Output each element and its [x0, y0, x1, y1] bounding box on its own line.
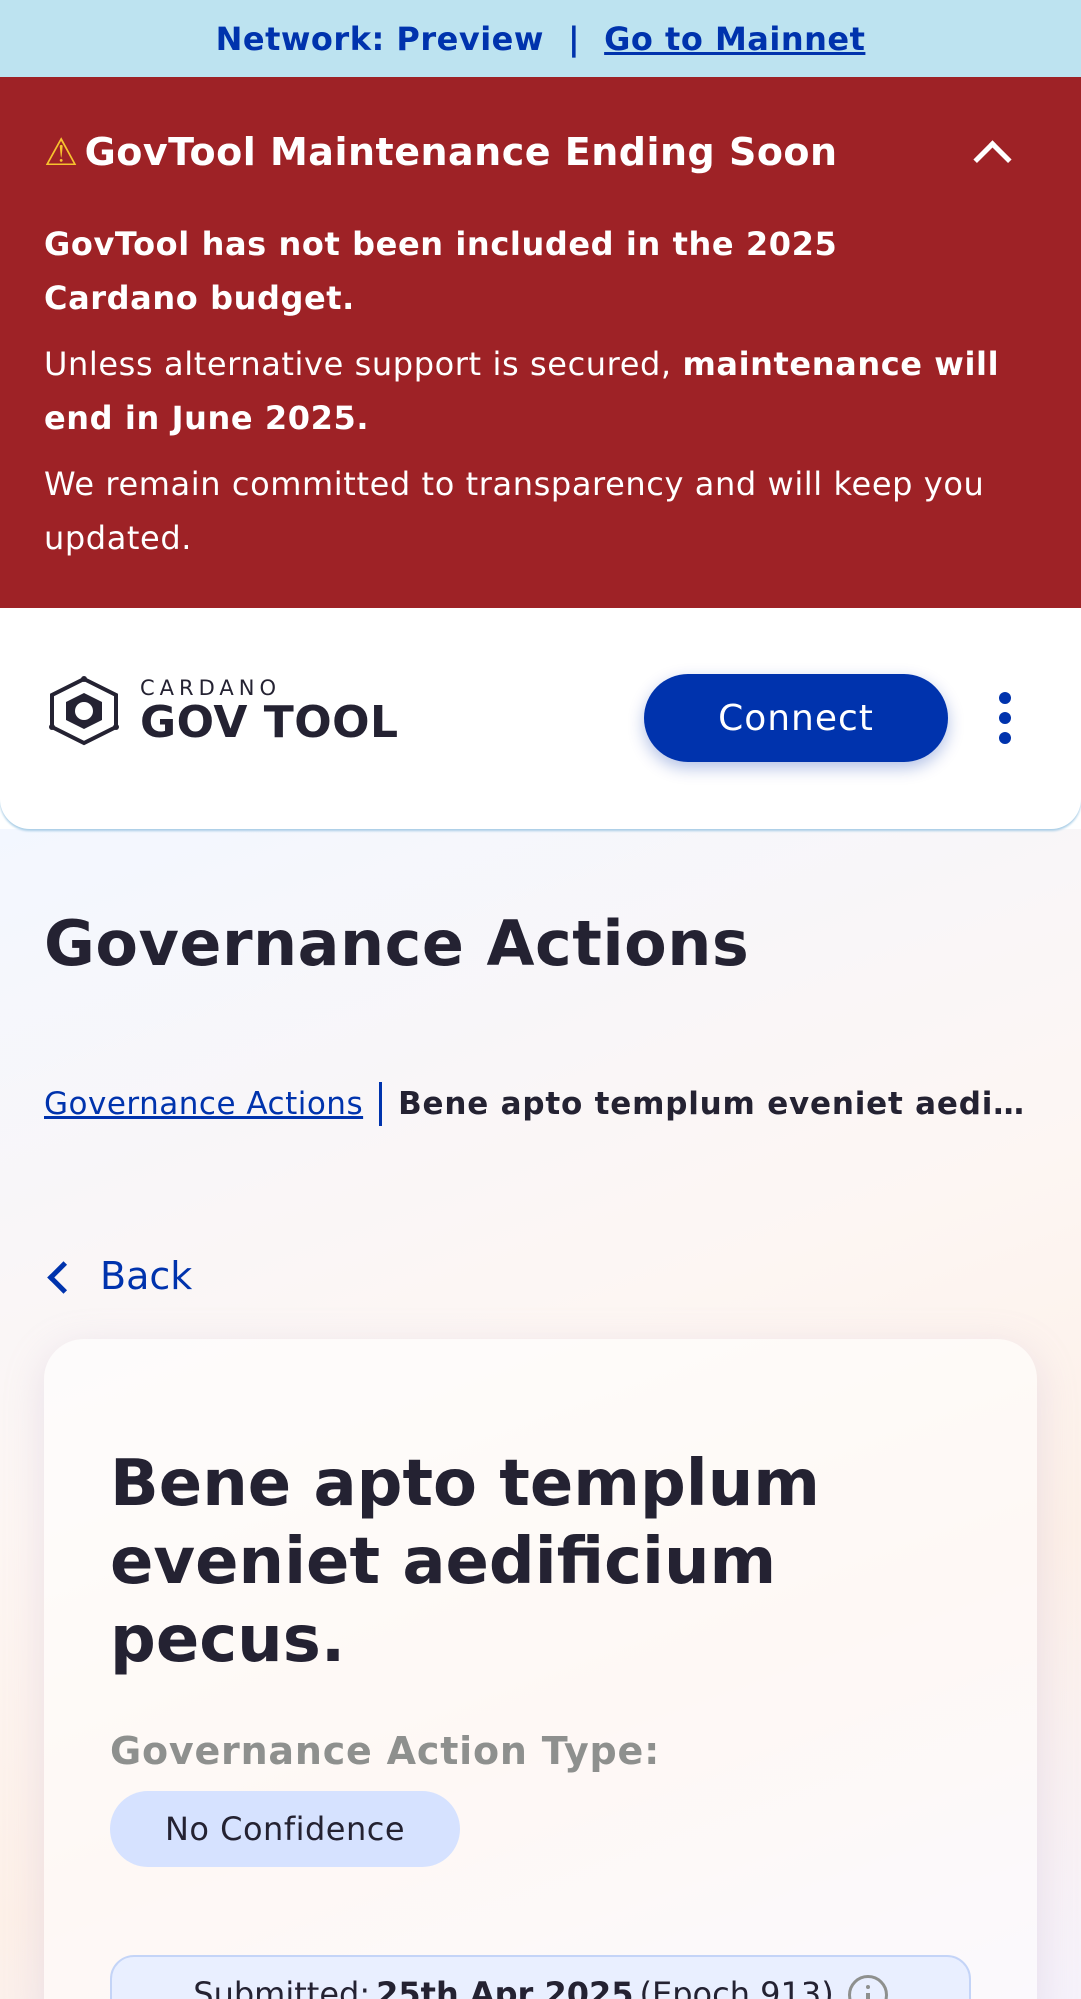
network-separator: |	[567, 19, 581, 58]
breadcrumb: Governance Actions Bene apto templum eve…	[44, 1082, 1034, 1126]
connect-button[interactable]: Connect	[644, 674, 948, 762]
page-title: Governance Actions	[44, 907, 750, 980]
submitted-prefix: Submitted:	[193, 1975, 371, 1999]
logo-text: CARDANO GOV TOOL	[140, 676, 399, 746]
maintenance-title: ⚠ GovTool Maintenance Ending Soon	[44, 130, 838, 174]
action-type-label: Governance Action Type:	[110, 1729, 661, 1773]
maintenance-body: GovTool has not been included in the 202…	[44, 217, 1001, 577]
info-icon[interactable]	[847, 1975, 888, 1999]
logo-hexagon-icon	[49, 676, 119, 746]
maintenance-line-1: GovTool has not been included in the 202…	[44, 225, 838, 317]
maintenance-line-2: Unless alternative support is secured, m…	[44, 337, 1001, 445]
maintenance-line-2-prefix: Unless alternative support is secured,	[44, 345, 683, 383]
collapse-chevron-up-icon[interactable]	[965, 126, 1017, 178]
back-button[interactable]: Back	[44, 1254, 192, 1298]
go-to-mainnet-link[interactable]: Go to Mainnet	[604, 20, 865, 58]
breadcrumb-governance-actions-link[interactable]: Governance Actions	[44, 1086, 363, 1122]
network-label: Network: Preview	[215, 19, 544, 58]
submitted-date: 25th Apr 2025	[376, 1975, 634, 1999]
app-header: CARDANO GOV TOOL Connect	[0, 608, 1081, 829]
action-title: Bene apto templum eveniet aedificium pec…	[110, 1447, 820, 1677]
breadcrumb-separator	[379, 1082, 383, 1126]
back-label: Back	[100, 1254, 193, 1298]
network-bar: Network: Preview | Go to Mainnet	[0, 0, 1081, 77]
breadcrumb-current: Bene apto templum eveniet aedificium pec…	[398, 1086, 1034, 1122]
submitted-info: Submitted: 25th Apr 2025 (Epoch 913)	[110, 1955, 971, 1999]
action-type-chip: No Confidence	[110, 1791, 460, 1867]
warning-icon: ⚠	[44, 130, 79, 174]
maintenance-header: ⚠ GovTool Maintenance Ending Soon	[44, 117, 1037, 187]
chevron-left-icon	[44, 1256, 74, 1296]
maintenance-banner: ⚠ GovTool Maintenance Ending Soon GovToo…	[0, 77, 1081, 608]
main-content: Governance Actions Governance Actions Be…	[0, 829, 1081, 1999]
governance-action-card: Bene apto templum eveniet aedificium pec…	[44, 1339, 1037, 1999]
maintenance-line-3: We remain committed to transparency and …	[44, 465, 985, 557]
submitted-epoch: (Epoch 913)	[639, 1975, 834, 1999]
maintenance-title-text: GovTool Maintenance Ending Soon	[84, 130, 838, 174]
gov-tool-logo[interactable]: CARDANO GOV TOOL	[44, 675, 399, 747]
more-menu-icon[interactable]	[990, 692, 1020, 748]
logo-govtool-text: GOV TOOL	[140, 697, 399, 748]
